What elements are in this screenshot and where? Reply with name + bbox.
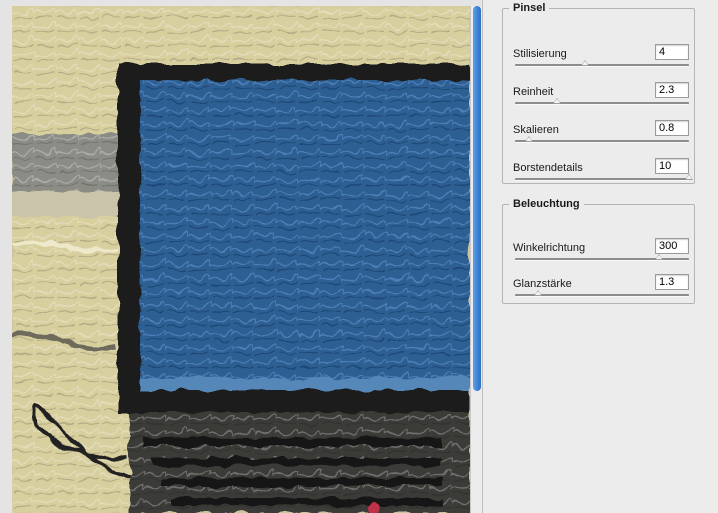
borstendetails-label: Borstendetails [513,162,583,174]
skalieren-row: Skalieren [513,120,691,150]
settings-panel: Pinsel Stilisierung Reinheit Skalieren B… [483,0,718,513]
reinheit-row: Reinheit [513,82,691,112]
borstendetails-slider-track[interactable] [515,178,689,181]
borstendetails-row: Borstendetails [513,158,693,188]
stilisierung-slider-thumb[interactable] [580,60,589,66]
stilisierung-slider-track[interactable] [515,64,689,67]
stilisierung-label: Stilisierung [513,48,567,60]
reinheit-slider-thumb[interactable] [552,98,561,104]
beleuchtung-group-title: Beleuchtung [513,198,580,210]
reinheit-label: Reinheit [513,86,554,98]
preview-scroll-thumb[interactable] [473,6,481,392]
skalieren-slider-thumb[interactable] [524,136,533,142]
glanzstaerke-input[interactable] [655,274,689,290]
skalieren-slider-track[interactable] [515,140,689,143]
winkelrichtung-label: Winkelrichtung [513,242,586,254]
glanzstaerke-label: Glanzstärke [513,278,572,290]
winkelrichtung-row: Winkelrichtung [513,238,691,268]
oil-paint-preview-image [12,6,470,513]
reinheit-slider-track[interactable] [515,102,689,105]
skalieren-input[interactable] [655,120,689,136]
skalieren-label: Skalieren [513,124,559,136]
pinsel-group-title: Pinsel [513,2,546,14]
glanzstaerke-row: Glanzstärke [513,274,691,304]
pinsel-group: Pinsel Stilisierung Reinheit Skalieren B… [502,2,695,184]
reinheit-input[interactable] [655,82,689,98]
winkelrichtung-slider-thumb[interactable] [655,254,664,260]
glanzstaerke-slider-thumb[interactable] [533,290,542,296]
stilisierung-input[interactable] [655,44,689,60]
borstendetails-input[interactable] [655,158,689,174]
preview-canvas[interactable] [12,6,470,513]
beleuchtung-group: Beleuchtung Winkelrichtung Glanzstärke [502,198,695,304]
stilisierung-row: Stilisierung [513,44,691,74]
borstendetails-slider-thumb[interactable] [685,174,693,180]
winkelrichtung-input[interactable] [655,238,689,254]
